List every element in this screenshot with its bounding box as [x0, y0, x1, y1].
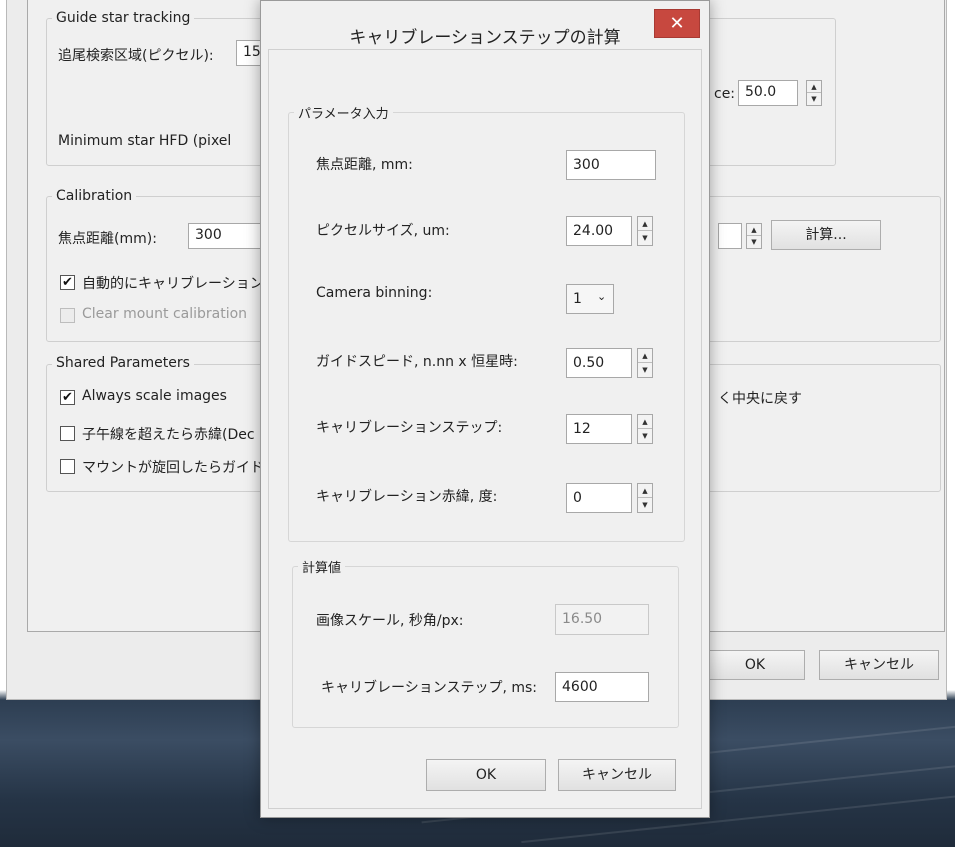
computed-values-title: 計算値 [298, 557, 346, 576]
auto-calibration-label: 自動的にキャリブレーションを [82, 276, 278, 292]
mass-tolerance-spinner[interactable]: ▲ ▼ [806, 80, 822, 106]
dialog-titlebar[interactable]: キャリブレーションステップの計算 ✕ [261, 1, 709, 49]
calibration-steps-label: キャリブレーションステップ: [316, 420, 503, 436]
mass-tolerance-input[interactable]: 50.0 [738, 80, 798, 106]
dialog-cancel-button[interactable]: キャンセル [558, 759, 676, 791]
chevron-down-icon: ⌄ [597, 290, 607, 303]
search-region-label: 追尾検索区域(ピクセル): [58, 48, 214, 64]
computed-values-group [292, 566, 679, 728]
spin-up-icon[interactable]: ▲ [638, 484, 652, 498]
calibration-declination-input[interactable]: 0 [566, 483, 632, 513]
guide-speed-spinner[interactable]: ▲ ▼ [637, 348, 653, 378]
calibration-title: Calibration [52, 188, 137, 204]
stop-guiding-on-slew-label: マウントが旋回したらガイド停 [82, 460, 278, 476]
pixel-size-label: ピクセルサイズ, um: [316, 223, 450, 239]
clear-mount-calibration-label: Clear mount calibration [82, 306, 248, 322]
calibration-declination-label: キャリブレーション赤緯, 度: [316, 489, 498, 505]
dialog-body: パラメータ入力 焦点距離, mm: 300 ピクセルサイズ, um: 24.00… [268, 49, 702, 809]
spin-up-icon[interactable]: ▲ [747, 224, 761, 236]
calibration-steps-spinner[interactable]: ▲ ▼ [637, 414, 653, 444]
spin-down-icon[interactable]: ▼ [638, 498, 652, 512]
guide-speed-label: ガイドスピード, n.nn x 恒星時: [316, 354, 518, 370]
camera-binning-select[interactable]: 1 ⌄ [566, 284, 614, 314]
focal-length-input[interactable]: 300 [566, 150, 656, 180]
min-hfd-label: Minimum star HFD (pixel [58, 133, 232, 149]
meridian-flip-label: 子午線を超えたら赤緯(Dec [82, 427, 255, 443]
spin-down-icon[interactable]: ▼ [638, 429, 652, 443]
calibration-steps-input[interactable]: 12 [566, 414, 632, 444]
spin-down-icon[interactable]: ▼ [747, 236, 761, 248]
mass-tolerance-label-fragment: ce: [714, 86, 736, 102]
calibration-step-ms-input[interactable]: 4600 [555, 672, 649, 702]
calibration-step-input[interactable] [718, 223, 742, 249]
parent-cancel-button[interactable]: キャンセル [819, 650, 939, 680]
camera-binning-value: 1 [573, 291, 582, 307]
calibration-step-ms-label: キャリブレーションステップ, ms: [321, 680, 537, 696]
focal-length-label: 焦点距離, mm: [316, 157, 413, 173]
stop-guiding-on-slew-checkbox[interactable] [60, 459, 75, 474]
auto-calibration-checkbox[interactable]: ✔ [60, 275, 75, 290]
pixel-size-input[interactable]: 24.00 [566, 216, 632, 246]
parameter-input-title: パラメータ入力 [294, 103, 393, 122]
shared-parameters-title: Shared Parameters [52, 355, 194, 371]
spin-up-icon[interactable]: ▲ [807, 81, 821, 93]
calibration-step-spinner[interactable]: ▲ ▼ [746, 223, 762, 249]
close-icon: ✕ [669, 13, 685, 34]
pixel-size-spinner[interactable]: ▲ ▼ [637, 216, 653, 246]
always-scale-checkbox[interactable]: ✔ [60, 390, 75, 405]
always-scale-label: Always scale images [82, 388, 227, 404]
recenter-label-fragment: く中央に戻す [718, 391, 802, 407]
parent-ok-button[interactable]: OK [705, 650, 805, 680]
spin-up-icon[interactable]: ▲ [638, 349, 652, 363]
spin-down-icon[interactable]: ▼ [807, 93, 821, 105]
image-scale-output: 16.50 [555, 604, 649, 635]
dialog-title: キャリブレーションステップの計算 [349, 28, 621, 48]
dialog-ok-button[interactable]: OK [426, 759, 546, 791]
spin-down-icon[interactable]: ▼ [638, 363, 652, 377]
guide-speed-input[interactable]: 0.50 [566, 348, 632, 378]
clear-mount-calibration-checkbox[interactable] [60, 308, 75, 323]
spin-down-icon[interactable]: ▼ [638, 231, 652, 245]
image-scale-label: 画像スケール, 秒角/px: [316, 613, 464, 629]
spin-up-icon[interactable]: ▲ [638, 217, 652, 231]
guide-star-tracking-title: Guide star tracking [52, 10, 195, 26]
camera-binning-label: Camera binning: [316, 285, 433, 301]
meridian-flip-checkbox[interactable] [60, 426, 75, 441]
calibration-step-dialog: キャリブレーションステップの計算 ✕ パラメータ入力 焦点距離, mm: 300… [260, 0, 710, 818]
spin-up-icon[interactable]: ▲ [638, 415, 652, 429]
close-button[interactable]: ✕ [654, 9, 700, 38]
calibration-declination-spinner[interactable]: ▲ ▼ [637, 483, 653, 513]
parent-focal-length-label: 焦点距離(mm): [58, 231, 157, 247]
calculate-button[interactable]: 計算... [771, 220, 881, 250]
